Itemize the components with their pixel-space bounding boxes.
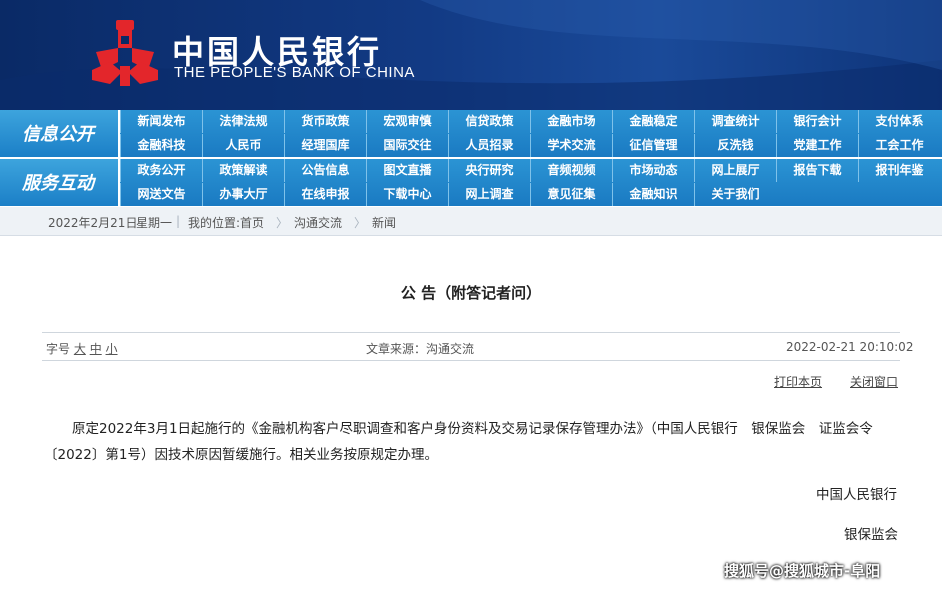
breadcrumb-page[interactable]: 新闻	[372, 214, 396, 231]
article-paragraph: 原定2022年3月1日起施行的《金融机构客户尽职调查和客户身份资料及交易记录保存…	[44, 421, 873, 463]
article-datetime: 2022-02-21 20:10:02	[786, 340, 914, 354]
nav-item[interactable]: 工会工作	[858, 134, 940, 157]
article-body: 原定2022年3月1日起施行的《金融机构客户尽职调查和客户身份资料及交易记录保存…	[44, 416, 904, 468]
font-size-label: 字号	[46, 342, 71, 356]
article-source: 文章来源：沟通交流	[366, 342, 475, 356]
chevron-right-icon: 〉	[276, 216, 289, 230]
nav-item[interactable]: 金融市场	[530, 110, 612, 133]
nav-item[interactable]: 关于我们	[694, 183, 776, 206]
nav-item[interactable]: 在线申报	[284, 183, 366, 206]
close-window-link[interactable]: 关闭窗口	[850, 373, 898, 390]
nav-item[interactable]: 法律法规	[202, 110, 284, 133]
nav-item[interactable]: 图文直播	[366, 159, 448, 182]
nav-cells-service: 政务公开 政策解读 公告信息 图文直播 央行研究 音频视频 市场动态 网上展厅 报告下载 报刊年鉴…	[120, 159, 942, 206]
nav-item[interactable]: 报刊年鉴	[858, 159, 940, 182]
breadcrumb-section[interactable]: 沟通交流	[294, 214, 342, 231]
nav-section-info-disclosure[interactable]: 信息公开	[0, 110, 118, 157]
nav-item[interactable]: 宏观审慎	[366, 110, 448, 133]
nav-item[interactable]: 下载中心	[366, 183, 448, 206]
pboc-logo-icon	[92, 20, 158, 86]
nav-item[interactable]: 报告下载	[776, 159, 858, 182]
article-title: 公 告（附答记者问）	[400, 284, 542, 302]
nav-item[interactable]: 信贷政策	[448, 110, 530, 133]
nav-item[interactable]: 意见征集	[530, 183, 612, 206]
nav-item[interactable]: 国际交往	[366, 134, 448, 157]
print-page-link[interactable]: 打印本页	[774, 373, 822, 390]
nav-row-service: 服务互动 政务公开 政策解读 公告信息 图文直播 央行研究 音频视频 市场动态 网上展厅 报告下…	[0, 159, 942, 206]
main-navigation: 信息公开 新闻发布 法律法规 货币政策 宏观审慎 信贷政策 金融市场 金融稳定 调查统计 银行会…	[0, 110, 942, 206]
nav-item[interactable]: 经理国库	[284, 134, 366, 157]
nav-item[interactable]: 调查统计	[694, 110, 776, 133]
nav-item[interactable]: 金融知识	[612, 183, 694, 206]
nav-item[interactable]: 网送文告	[120, 183, 202, 206]
nav-item[interactable]: 公告信息	[284, 159, 366, 182]
nav-item[interactable]: 央行研究	[448, 159, 530, 182]
nav-cells-info: 新闻发布 法律法规 货币政策 宏观审慎 信贷政策 金融市场 金融稳定 调查统计 银行会计 支付体系…	[120, 110, 942, 157]
nav-item[interactable]: 人员招录	[448, 134, 530, 157]
nav-item[interactable]: 支付体系	[858, 110, 940, 133]
chevron-right-icon: 〉	[354, 216, 367, 230]
nav-section-label: 服务互动	[22, 173, 94, 194]
nav-item[interactable]: 政策解读	[202, 159, 284, 182]
nav-item[interactable]: 金融稳定	[612, 110, 694, 133]
watermark: 搜狐号@搜狐城市-阜阳	[724, 562, 881, 580]
location-label: 我的位置:	[188, 216, 241, 230]
font-size-large[interactable]: 大	[74, 342, 86, 356]
nav-item[interactable]: 银行会计	[776, 110, 858, 133]
font-size-selector: 字号 大 中 小	[46, 340, 118, 357]
nav-item[interactable]: 新闻发布	[120, 110, 202, 133]
nav-row-info: 信息公开 新闻发布 法律法规 货币政策 宏观审慎 信贷政策 金融市场 金融稳定 调查统计 银行会…	[0, 110, 942, 157]
nav-item[interactable]: 网上调查	[448, 183, 530, 206]
nav-item[interactable]: 政务公开	[120, 159, 202, 182]
brand-name-en: THE PEOPLE'S BANK OF CHINA	[174, 64, 415, 81]
nav-item[interactable]: 网上展厅	[694, 159, 776, 182]
nav-item[interactable]: 学术交流	[530, 134, 612, 157]
nav-item[interactable]: 市场动态	[612, 159, 694, 182]
nav-item[interactable]: 货币政策	[284, 110, 366, 133]
nav-item[interactable]: 音频视频	[530, 159, 612, 182]
nav-item[interactable]: 反洗钱	[694, 134, 776, 157]
separator: |	[176, 214, 181, 228]
nav-item[interactable]: 征信管理	[612, 134, 694, 157]
font-size-medium[interactable]: 中	[90, 342, 102, 356]
header-banner: 中国人民银行 THE PEOPLE'S BANK OF CHINA	[0, 0, 942, 110]
current-date: 2022年2月21日	[48, 216, 138, 230]
divider	[42, 332, 900, 333]
divider	[42, 360, 900, 361]
nav-item[interactable]: 人民币	[202, 134, 284, 157]
signature-pboc: 中国人民银行	[816, 487, 897, 503]
nav-section-label: 信息公开	[22, 124, 94, 145]
breadcrumb: 2022年2月21日 星期一 | 我的位置: 首页 〉 沟通交流 〉 新闻	[0, 207, 942, 236]
signature-cbirc: 银保监会	[844, 527, 898, 543]
nav-item[interactable]: 办事大厅	[202, 183, 284, 206]
current-weekday: 星期一	[136, 216, 173, 230]
nav-item[interactable]: 金融科技	[120, 134, 202, 157]
nav-section-service-interaction[interactable]: 服务互动	[0, 159, 118, 206]
nav-item[interactable]: 党建工作	[776, 134, 858, 157]
breadcrumb-home[interactable]: 首页	[240, 214, 264, 231]
font-size-small[interactable]: 小	[106, 342, 118, 356]
